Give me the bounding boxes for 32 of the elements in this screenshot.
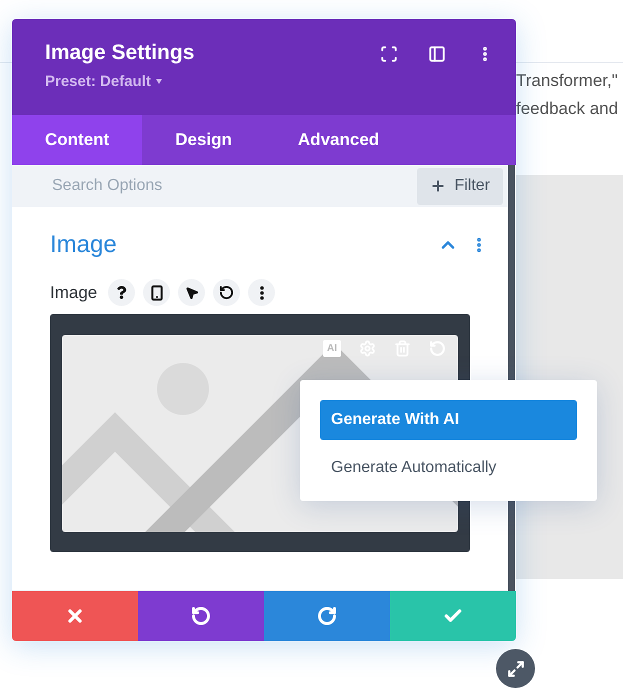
undo-icon (191, 606, 211, 626)
tab[interactable]: Content (12, 115, 142, 165)
panel-title: Image Settings (45, 41, 194, 65)
reset-button[interactable] (213, 279, 240, 306)
question-icon (115, 286, 128, 299)
tab[interactable]: Advanced (264, 115, 412, 165)
undo-button[interactable] (138, 591, 264, 641)
cursor-icon (184, 286, 199, 300)
sidebar-icon[interactable] (428, 45, 446, 63)
options-button[interactable] (248, 279, 276, 306)
help-button[interactable] (108, 279, 136, 306)
preset-label[interactable]: Preset: Default (45, 73, 151, 90)
undo-icon (219, 285, 234, 300)
responsive-button[interactable] (143, 279, 170, 306)
resize-icon (506, 660, 524, 678)
plus-icon (430, 178, 446, 194)
search-field[interactable]: Search Options (50, 176, 274, 196)
page-text: Transformer," (516, 71, 619, 91)
hover-button[interactable] (178, 279, 206, 306)
caret-icon[interactable] (156, 79, 162, 84)
section-title[interactable]: Image (50, 231, 117, 259)
field-label: Image (50, 282, 98, 302)
resize-handle[interactable] (496, 649, 535, 688)
filter-button[interactable]: Filter (417, 168, 503, 204)
redo-icon (317, 606, 337, 626)
focus-icon[interactable] (380, 45, 398, 63)
page-text: feedback and (516, 99, 620, 119)
tab[interactable]: Design (142, 115, 265, 165)
redo-button[interactable] (264, 591, 390, 641)
more-icon (260, 286, 264, 300)
menu-item[interactable]: Generate With AI (320, 400, 577, 440)
phone-icon (148, 284, 165, 300)
